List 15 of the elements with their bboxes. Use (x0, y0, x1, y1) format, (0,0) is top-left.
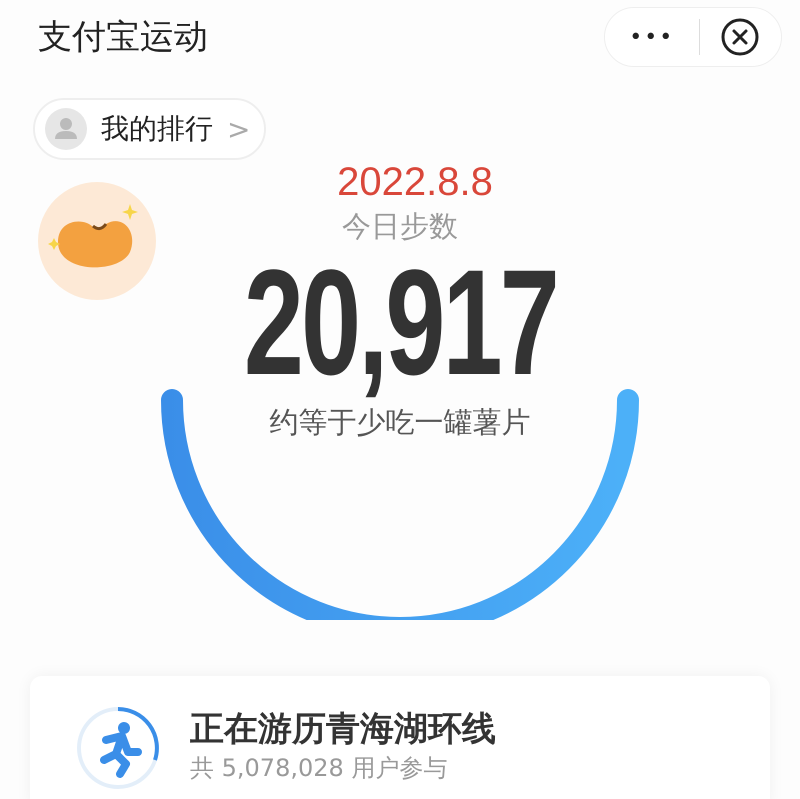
date-text: 2022.8.8 (337, 160, 493, 205)
runner-icon (76, 706, 160, 790)
route-title: 正在游历青海湖环线 (190, 708, 496, 751)
page-title: 支付宝运动 (38, 16, 208, 59)
equivalent-text: 约等于少吃一罐薯片 (270, 404, 530, 441)
participants-text: 共 5,078,028 用户参与 (190, 753, 448, 784)
ranking-button[interactable]: 我的排行 > (33, 98, 266, 160)
more-button[interactable]: ••• (605, 24, 698, 50)
steps-label: 今日步数 (342, 208, 458, 245)
close-icon[interactable] (720, 17, 760, 57)
step-count: 20,917 (243, 247, 557, 397)
chevron-icon: > (227, 112, 250, 146)
ranking-label: 我的排行 (101, 111, 213, 147)
route-card[interactable]: 正在游历青海湖环线 共 5,078,028 用户参与 (30, 676, 770, 799)
user-icon (45, 108, 87, 150)
